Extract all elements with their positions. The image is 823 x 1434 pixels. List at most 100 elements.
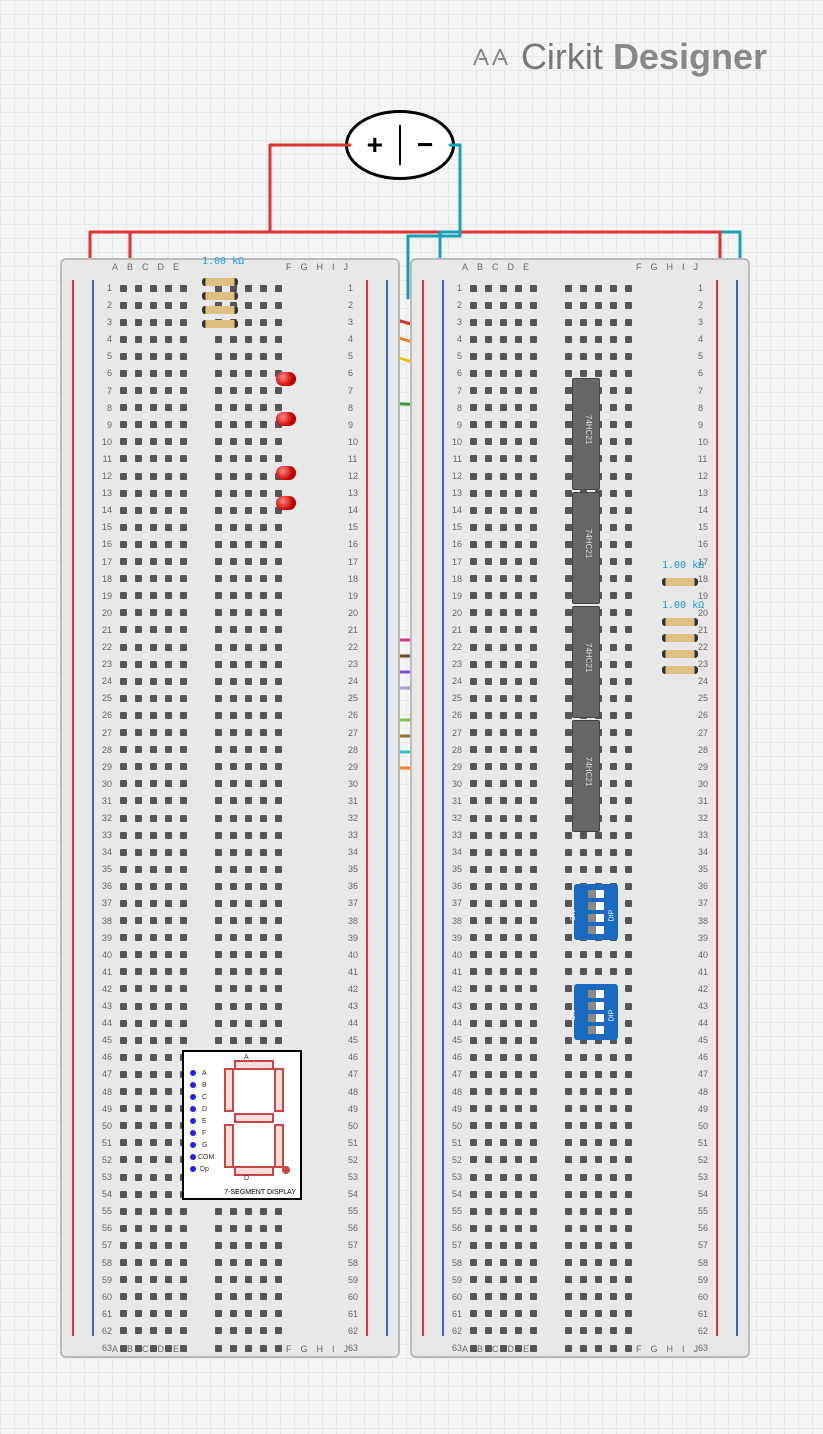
tie-row[interactable]: 5050	[466, 1118, 694, 1134]
tie-row[interactable]: 1717	[116, 554, 344, 570]
tie-row[interactable]: 4545	[116, 1032, 344, 1048]
tie-row[interactable]: 1818	[116, 571, 344, 587]
tie-row[interactable]: 2525	[116, 690, 344, 706]
resistor-r6[interactable]	[662, 618, 698, 626]
tie-row[interactable]: 44	[116, 331, 344, 347]
tie-row[interactable]: 3535	[466, 861, 694, 877]
tie-row[interactable]: 33	[466, 314, 694, 330]
resistor-r3[interactable]	[202, 306, 238, 314]
tie-row[interactable]: 5959	[466, 1272, 694, 1288]
tie-row[interactable]: 3939	[116, 930, 344, 946]
tie-row[interactable]: 3030	[116, 776, 344, 792]
tie-row[interactable]: 2929	[116, 759, 344, 775]
tie-row[interactable]: 3535	[116, 861, 344, 877]
ic-74hc21-1[interactable]: 74HC21	[572, 378, 600, 490]
tie-row[interactable]: 22	[466, 297, 694, 313]
seven-segment-display[interactable]: A B C D E F G COM Dp A D 7-SEGMENT DISPL…	[182, 1050, 302, 1200]
tie-row[interactable]: 6060	[466, 1289, 694, 1305]
tie-row[interactable]: 5151	[466, 1135, 694, 1151]
tie-row[interactable]: 99	[116, 417, 344, 433]
tie-row[interactable]: 5555	[116, 1203, 344, 1219]
resistor-r8[interactable]	[662, 650, 698, 658]
tie-row[interactable]: 6262	[116, 1323, 344, 1339]
resistor-r2[interactable]	[202, 292, 238, 300]
tie-row[interactable]: 1010	[116, 434, 344, 450]
dip-switch-2[interactable]: ON DIP	[574, 984, 618, 1040]
tie-row[interactable]: 2727	[116, 725, 344, 741]
resistor-r7[interactable]	[662, 634, 698, 642]
tie-row[interactable]: 4848	[466, 1084, 694, 1100]
tie-row[interactable]: 2424	[116, 673, 344, 689]
resistor-r9[interactable]	[662, 666, 698, 674]
tie-row[interactable]: 77	[116, 383, 344, 399]
tie-row[interactable]: 6363	[116, 1340, 344, 1356]
tie-row[interactable]: 4949	[466, 1101, 694, 1117]
tie-row[interactable]: 6363	[466, 1340, 694, 1356]
dip-switch-1[interactable]: ON DIP	[574, 884, 618, 940]
tie-row[interactable]: 6262	[466, 1323, 694, 1339]
led-4[interactable]	[276, 496, 296, 510]
tie-row[interactable]: 5858	[466, 1255, 694, 1271]
ic-74hc21-4[interactable]: 74HC21	[572, 720, 600, 832]
resistor-r4[interactable]	[202, 320, 238, 328]
tie-row[interactable]: 1515	[116, 519, 344, 535]
tie-row[interactable]: 5555	[466, 1203, 694, 1219]
breadboard-right[interactable]: ABCDEFGHIJ ABCDEFGHIJ 112233445566778899…	[410, 258, 750, 1358]
tie-row[interactable]: 3737	[116, 895, 344, 911]
tie-row[interactable]: 5353	[466, 1169, 694, 1185]
tie-row[interactable]: 5858	[116, 1255, 344, 1271]
breadboard-left[interactable]: ABCDEFGHIJ ABCDEFGHIJ 112233445566778899…	[60, 258, 400, 1358]
tie-row[interactable]: 4040	[116, 947, 344, 963]
tie-row[interactable]: 1616	[116, 536, 344, 552]
resistor-r5[interactable]	[662, 578, 698, 586]
tie-row[interactable]: 4747	[466, 1066, 694, 1082]
tie-row[interactable]: 88	[116, 400, 344, 416]
tie-row[interactable]: 2222	[116, 639, 344, 655]
tie-row[interactable]: 3131	[116, 793, 344, 809]
tie-row[interactable]: 2626	[116, 707, 344, 723]
tie-row[interactable]: 11	[466, 280, 694, 296]
tie-row[interactable]: 5959	[116, 1272, 344, 1288]
tie-row[interactable]: 3434	[466, 844, 694, 860]
tie-row[interactable]: 5757	[466, 1237, 694, 1253]
tie-row[interactable]: 1212	[116, 468, 344, 484]
tie-row[interactable]: 4646	[466, 1049, 694, 1065]
resistor-r1[interactable]	[202, 278, 238, 286]
tie-row[interactable]: 2020	[116, 605, 344, 621]
led-1[interactable]	[276, 372, 296, 386]
tie-row[interactable]: 5454	[466, 1186, 694, 1202]
tie-row[interactable]: 5757	[116, 1237, 344, 1253]
tie-row[interactable]: 55	[116, 348, 344, 364]
tie-row[interactable]: 4141	[466, 964, 694, 980]
tie-row[interactable]: 1414	[116, 502, 344, 518]
led-2[interactable]	[276, 412, 296, 426]
tie-row[interactable]: 2323	[116, 656, 344, 672]
tie-row[interactable]: 55	[466, 348, 694, 364]
tie-row[interactable]: 1111	[116, 451, 344, 467]
tie-row[interactable]: 2828	[116, 742, 344, 758]
tie-row[interactable]: 66	[116, 365, 344, 381]
tie-row[interactable]: 4242	[116, 981, 344, 997]
tie-row[interactable]: 6060	[116, 1289, 344, 1305]
tie-row[interactable]: 1919	[116, 588, 344, 604]
tie-row[interactable]: 5252	[466, 1152, 694, 1168]
tie-row[interactable]: 3636	[116, 878, 344, 894]
ic-74hc21-3[interactable]: 74HC21	[572, 606, 600, 718]
tie-row[interactable]: 4141	[116, 964, 344, 980]
tie-row[interactable]: 3333	[116, 827, 344, 843]
tie-row[interactable]: 6161	[116, 1306, 344, 1322]
tie-row[interactable]: 4444	[116, 1015, 344, 1031]
ic-74hc21-2[interactable]: 74HC21	[572, 492, 600, 604]
tie-row[interactable]: 6161	[466, 1306, 694, 1322]
tie-row[interactable]: 5656	[466, 1220, 694, 1236]
tie-row[interactable]: 3434	[116, 844, 344, 860]
tie-row[interactable]: 44	[466, 331, 694, 347]
tie-row[interactable]: 1313	[116, 485, 344, 501]
tie-row[interactable]: 2121	[116, 622, 344, 638]
led-3[interactable]	[276, 466, 296, 480]
tie-row[interactable]: 3232	[116, 810, 344, 826]
tie-row[interactable]: 5656	[116, 1220, 344, 1236]
tie-row[interactable]: 4343	[116, 998, 344, 1014]
tie-row[interactable]: 3838	[116, 913, 344, 929]
tie-row[interactable]: 4040	[466, 947, 694, 963]
